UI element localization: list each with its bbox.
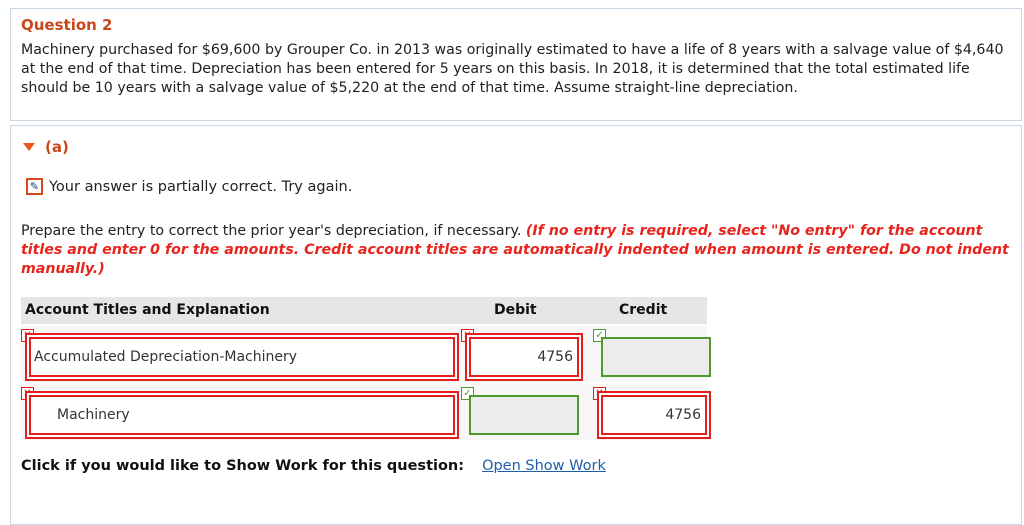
show-work-label: Click if you would like to Show Work for…	[21, 458, 465, 474]
part-label: (a)	[45, 138, 69, 156]
account-title-field-1[interactable]: Accumulated Depreciation-Machinery	[29, 337, 455, 377]
journal-header-row: Account Titles and Explanation Debit Cre…	[21, 297, 707, 324]
credit-field-2[interactable]: 4756	[601, 395, 707, 435]
credit-field-1[interactable]	[601, 337, 711, 377]
header-account-titles: Account Titles and Explanation	[25, 302, 270, 318]
partially-correct-icon: ✎	[26, 178, 43, 195]
feedback-message: ✎ Your answer is partially correct. Try …	[26, 178, 352, 195]
debit-field-2[interactable]	[469, 395, 579, 435]
instruction-text: Prepare the entry to correct the prior y…	[21, 223, 522, 239]
question-panel: Question 2 Machinery purchased for $69,6…	[10, 8, 1022, 121]
instructions: Prepare the entry to correct the prior y…	[21, 222, 1011, 279]
question-title: Question 2	[21, 16, 113, 34]
debit-field-1[interactable]: 4756	[469, 337, 579, 377]
show-work-section: Click if you would like to Show Work for…	[21, 458, 606, 474]
part-header[interactable]: (a)	[23, 138, 69, 156]
header-credit: Credit	[619, 302, 668, 318]
header-debit: Debit	[494, 302, 537, 318]
question-text: Machinery purchased for $69,600 by Group…	[21, 42, 1004, 96]
journal-row-2: ✕ Machinery ✓ ✕ 4756	[21, 384, 707, 440]
feedback-text: Your answer is partially correct. Try ag…	[49, 178, 353, 195]
collapse-triangle-icon[interactable]	[23, 143, 35, 151]
answer-panel: (a) ✎ Your answer is partially correct. …	[10, 125, 1022, 525]
journal-row-1: ✕ Accumulated Depreciation-Machinery ✕ 4…	[21, 326, 711, 382]
account-title-field-2[interactable]: Machinery	[29, 395, 455, 435]
journal-entry-table: Account Titles and Explanation Debit Cre…	[21, 297, 711, 440]
open-show-work-link[interactable]: Open Show Work	[482, 458, 606, 474]
